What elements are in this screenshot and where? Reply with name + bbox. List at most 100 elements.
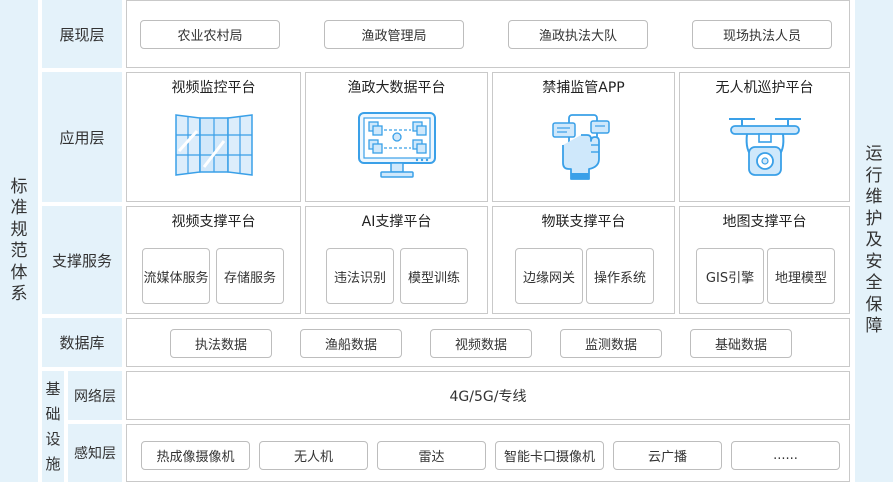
vertical-char: 保 bbox=[865, 294, 883, 315]
database-item-text: 视频数据 bbox=[454, 338, 507, 353]
presentation-layer-panel: 农业农村局 渔政管理局 渔政执法大队 现场执法人员 bbox=[126, 0, 850, 68]
database-layer-label: 数据库 bbox=[42, 318, 122, 367]
mobile-app-hand-icon bbox=[551, 114, 610, 180]
perception-layer-label: 感知层 bbox=[68, 424, 122, 482]
perception-layer-label-text: 感知层 bbox=[74, 446, 116, 462]
app-platform-title: 无人机巡护平台 bbox=[715, 80, 814, 96]
support-service-text: 边缘网关 bbox=[522, 270, 575, 286]
app-platform-box: 无人机巡护平台 bbox=[679, 72, 850, 202]
database-item: 执法数据 bbox=[170, 329, 272, 358]
database-layer-panel: 执法数据 渔船数据 视频数据 监测数据 基础数据 bbox=[126, 318, 850, 367]
operations-side-panel: 运行维护及安全保障 bbox=[855, 0, 893, 482]
support-platform-box: 地图支撑平台 GIS引擎 地理模型 bbox=[679, 206, 850, 314]
vertical-char: 范 bbox=[10, 241, 28, 261]
support-platform-title: 视频支撑平台 bbox=[171, 214, 256, 230]
video-wall-icon bbox=[174, 114, 253, 176]
perception-layer-panel: 热成像摄像机 无人机 雷达 智能卡口摄像机 云广播 ...... bbox=[126, 424, 850, 482]
vertical-char: 体 bbox=[10, 262, 28, 283]
operations-side-text: 运行维护及安全保障 bbox=[866, 144, 883, 338]
standards-side-panel: 标准规范体系 bbox=[0, 0, 38, 482]
network-layer-label: 网络层 bbox=[68, 371, 122, 420]
vertical-char: 施 bbox=[45, 454, 61, 473]
vertical-char: 规 bbox=[10, 219, 28, 240]
support-platform-box: AI支撑平台 违法识别 模型训练 bbox=[305, 206, 488, 314]
support-service-text: 操作系统 bbox=[593, 270, 646, 286]
perception-item: 智能卡口摄像机 bbox=[495, 441, 604, 470]
database-item-text: 基础数据 bbox=[714, 338, 767, 353]
presentation-item: 现场执法人员 bbox=[692, 20, 832, 49]
app-platform-box: 渔政大数据平台 bbox=[305, 72, 488, 202]
database-item-text: 执法数据 bbox=[194, 338, 247, 353]
infrastructure-label: 基础设施 bbox=[42, 371, 64, 482]
vertical-char: 及 bbox=[865, 230, 883, 251]
support-service-text: GIS引擎 bbox=[705, 270, 755, 286]
network-layer-content: 4G/5G/专线 bbox=[449, 388, 527, 405]
perception-item: ...... bbox=[731, 441, 840, 470]
support-layer-label: 支撑服务 bbox=[42, 206, 122, 314]
support-service: 违法识别 bbox=[326, 248, 394, 304]
vertical-char: 运 bbox=[865, 144, 883, 165]
support-service: 流媒体服务 bbox=[142, 248, 210, 304]
presentation-layer-label: 展现层 bbox=[42, 0, 122, 68]
database-item: 监测数据 bbox=[560, 329, 662, 358]
app-platform-title: 禁捕监管APP bbox=[542, 80, 625, 96]
support-service: 模型训练 bbox=[400, 248, 468, 304]
big-data-monitor-icon bbox=[357, 112, 436, 178]
support-service-text: 地理模型 bbox=[774, 270, 827, 286]
vertical-char: 系 bbox=[10, 284, 28, 304]
app-platform-box: 禁捕监管APP bbox=[492, 72, 675, 202]
vertical-char: 障 bbox=[865, 316, 883, 337]
vertical-char: 安 bbox=[865, 251, 883, 272]
presentation-item-text: 渔政执法大队 bbox=[538, 29, 617, 44]
perception-item-text: 智能卡口摄像机 bbox=[503, 450, 595, 465]
presentation-layer-label-text: 展现层 bbox=[59, 25, 105, 44]
presentation-item: 渔政执法大队 bbox=[508, 20, 648, 49]
database-item: 基础数据 bbox=[690, 329, 792, 358]
vertical-char: 行 bbox=[865, 165, 883, 186]
presentation-item: 渔政管理局 bbox=[324, 20, 464, 49]
perception-item: 无人机 bbox=[259, 441, 368, 470]
presentation-item-text: 农业农村局 bbox=[177, 29, 243, 44]
support-service-text: 违法识别 bbox=[333, 270, 386, 286]
support-layer-label-text: 支撑服务 bbox=[51, 251, 112, 270]
presentation-item-text: 渔政管理局 bbox=[361, 29, 427, 44]
app-platform-title: 渔政大数据平台 bbox=[347, 80, 446, 96]
perception-item-text: 雷达 bbox=[418, 450, 445, 465]
vertical-char: 护 bbox=[865, 208, 883, 229]
support-platform-box: 物联支撑平台 边缘网关 操作系统 bbox=[492, 206, 675, 314]
vertical-char: 维 bbox=[865, 187, 883, 208]
vertical-char: 设 bbox=[45, 429, 61, 448]
perception-item-text: ...... bbox=[773, 448, 798, 463]
vertical-char: 础 bbox=[45, 404, 61, 423]
vertical-char: 标 bbox=[10, 176, 28, 197]
perception-item-text: 云广播 bbox=[647, 450, 687, 465]
presentation-item-text: 现场执法人员 bbox=[722, 29, 801, 44]
support-platform-title: 地图支撑平台 bbox=[722, 214, 807, 230]
database-item-text: 监测数据 bbox=[584, 338, 637, 353]
support-service: 操作系统 bbox=[586, 248, 654, 304]
infrastructure-label-text: 基础设施 bbox=[45, 377, 60, 477]
support-service-text: 流媒体服务 bbox=[143, 270, 209, 286]
support-platform-title: AI支撑平台 bbox=[361, 214, 432, 230]
perception-item: 云广播 bbox=[613, 441, 722, 470]
vertical-char: 全 bbox=[865, 273, 883, 294]
app-platform-box: 视频监控平台 bbox=[126, 72, 301, 202]
standards-side-text: 标准规范体系 bbox=[11, 177, 28, 306]
database-item: 视频数据 bbox=[430, 329, 532, 358]
application-layer-label-text: 应用层 bbox=[59, 128, 105, 147]
vertical-char: 准 bbox=[10, 198, 28, 218]
perception-item: 雷达 bbox=[377, 441, 486, 470]
network-layer-label-text: 网络层 bbox=[74, 388, 116, 405]
network-layer-panel: 4G/5G/专线 bbox=[126, 371, 850, 420]
database-item: 渔船数据 bbox=[300, 329, 402, 358]
vertical-char: 基 bbox=[45, 379, 61, 398]
support-service: GIS引擎 bbox=[696, 248, 764, 304]
drone-icon bbox=[728, 118, 801, 176]
support-service: 地理模型 bbox=[767, 248, 835, 304]
application-layer-label: 应用层 bbox=[42, 72, 122, 202]
support-service: 存储服务 bbox=[216, 248, 284, 304]
support-platform-box: 视频支撑平台 流媒体服务 存储服务 bbox=[126, 206, 301, 314]
support-service-text: 模型训练 bbox=[407, 270, 460, 286]
presentation-item: 农业农村局 bbox=[140, 20, 280, 49]
app-platform-title: 视频监控平台 bbox=[171, 80, 256, 96]
